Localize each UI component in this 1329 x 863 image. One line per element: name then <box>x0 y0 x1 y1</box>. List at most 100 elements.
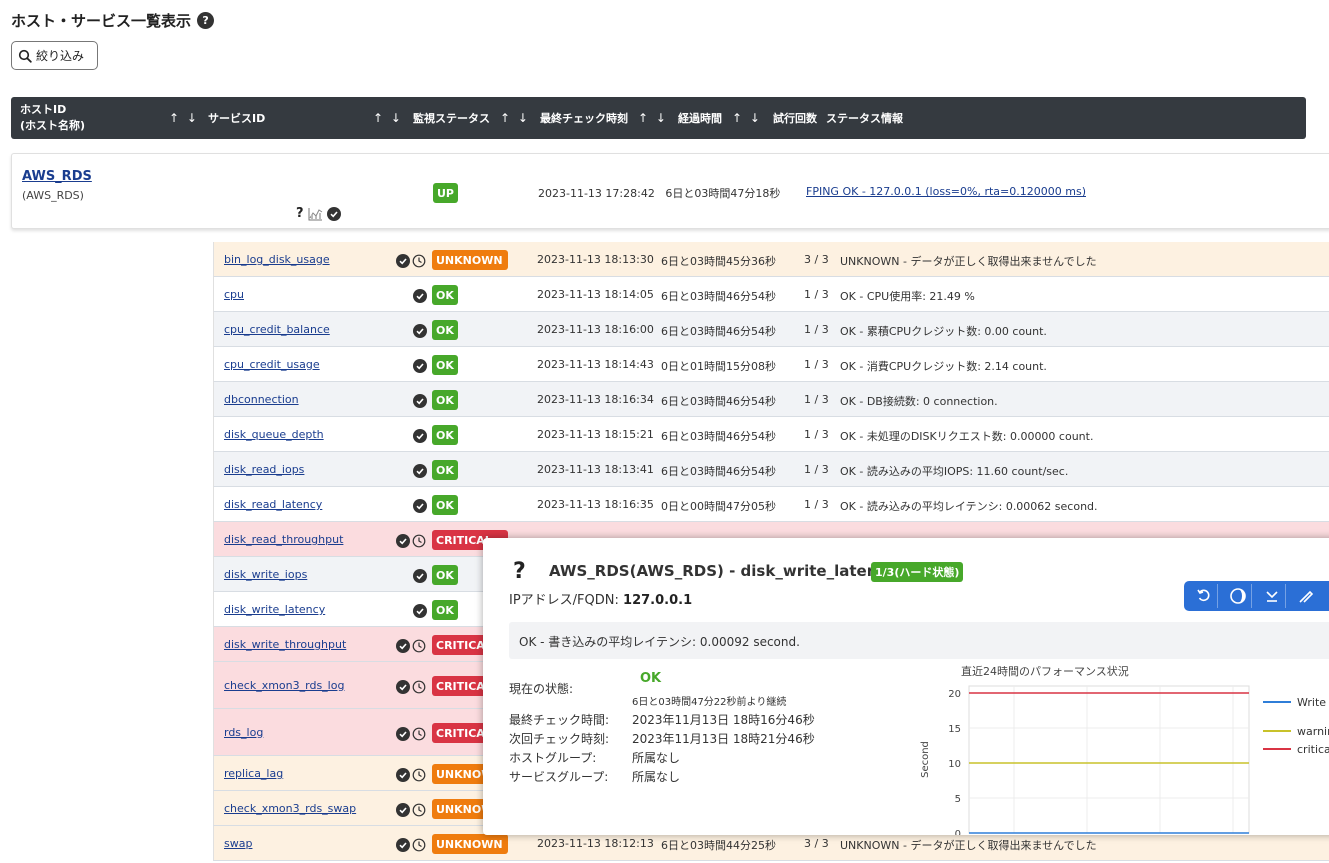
col-host-id[interactable]: ホストID <box>20 102 66 118</box>
service-link[interactable]: disk_write_latency <box>224 603 325 616</box>
clock-icon[interactable] <box>412 727 426 741</box>
host-last-check-value: 2023-11-13 17:28:42 <box>538 187 655 200</box>
service-link[interactable]: dbconnection <box>224 393 299 406</box>
help-icon[interactable]: ? <box>197 12 215 29</box>
chevron-down-icon[interactable] <box>1258 584 1286 608</box>
col-monitor-status[interactable]: 監視ステータス <box>413 97 490 139</box>
service-link[interactable]: disk_write_iops <box>224 568 307 581</box>
service-link[interactable]: disk_read_iops <box>224 463 304 476</box>
service-attempts: 1 / 3 <box>804 358 829 371</box>
service-attempts: 3 / 3 <box>804 253 829 266</box>
sort-status-arrows[interactable]: ↑ ↓ <box>500 97 530 139</box>
host-status-info[interactable]: FPING OK - 127.0.0.1 (loss=0%, rta=0.120… <box>806 185 1086 198</box>
y-tick-label: 10 <box>948 759 961 770</box>
check-circle-icon[interactable] <box>413 464 427 478</box>
clock-icon[interactable] <box>412 768 426 782</box>
check-circle-icon[interactable] <box>396 639 410 653</box>
service-icons <box>413 569 427 583</box>
sort-elapsed-arrows[interactable]: ↑ ↓ <box>732 97 762 139</box>
service-attempts: 3 / 3 <box>804 837 829 850</box>
service-icons <box>413 289 427 303</box>
service-last-check: 2023-11-13 18:14:43 <box>537 358 654 371</box>
service-link[interactable]: rds_log <box>224 726 263 739</box>
check-circle-icon[interactable] <box>413 604 427 618</box>
table-row: disk_queue_depth OK 2023-11-13 18:15:21 6日と… <box>213 417 1329 452</box>
check-circle-icon[interactable] <box>396 803 410 817</box>
check-circle-icon[interactable] <box>396 680 410 694</box>
table-row: disk_read_iops OK 2023-11-13 18:13:41 6日と03… <box>213 452 1329 487</box>
clock-icon[interactable] <box>412 803 426 817</box>
host-name: (AWS_RDS) <box>22 189 84 202</box>
service-link[interactable]: disk_read_throughput <box>224 533 343 546</box>
clock-icon[interactable] <box>412 838 426 852</box>
last-check-label: 最終チェック時間: <box>509 713 610 727</box>
undo-icon[interactable] <box>1190 584 1218 608</box>
clock-icon[interactable] <box>412 534 426 548</box>
filter-button[interactable]: 絞り込み <box>11 41 98 70</box>
page-title-text: ホスト・サービス一覧表示 <box>11 12 192 30</box>
service-link[interactable]: cpu <box>224 288 244 301</box>
question-icon[interactable]: ? <box>296 206 304 221</box>
check-circle-icon[interactable] <box>396 768 410 782</box>
check-circle-icon[interactable] <box>396 254 410 268</box>
check-circle-icon[interactable] <box>396 727 410 741</box>
service-link[interactable]: swap <box>224 837 252 850</box>
host-link[interactable]: AWS_RDS <box>22 169 92 184</box>
sort-host-arrows[interactable]: ↑ ↓ <box>169 97 199 139</box>
service-attempts: 1 / 3 <box>804 393 829 406</box>
service-icons <box>413 499 427 513</box>
sort-service-arrows[interactable]: ↑ ↓ <box>373 97 403 139</box>
service-elapsed: 6日と03時間45分36秒 <box>661 255 776 268</box>
check-circle-icon[interactable] <box>413 569 427 583</box>
service-status-badge: OK <box>432 285 458 305</box>
filter-label: 絞り込み <box>36 49 85 63</box>
service-status-badge: OK <box>432 390 458 410</box>
col-service-id[interactable]: サービスID <box>208 97 265 139</box>
service-link[interactable]: cpu_credit_balance <box>224 323 330 336</box>
check-circle-icon[interactable] <box>396 534 410 548</box>
service-link[interactable]: bin_log_disk_usage <box>224 253 330 266</box>
service-icons <box>396 680 426 694</box>
check-circle-icon[interactable] <box>413 499 427 513</box>
table-row: disk_read_latency OK 2023-11-13 18:16:35 0日… <box>213 487 1329 522</box>
sort-lastcheck-arrows[interactable]: ↑ ↓ <box>638 97 668 139</box>
check-circle-icon[interactable] <box>413 394 427 408</box>
service-elapsed: 6日と03時間46分54秒 <box>661 465 776 478</box>
service-link[interactable]: disk_write_throughput <box>224 638 346 651</box>
service-attempts: 1 / 3 <box>804 288 829 301</box>
moon-icon[interactable] <box>1224 584 1252 608</box>
service-icons <box>396 803 426 817</box>
clock-icon[interactable] <box>412 680 426 694</box>
legend-label-1: warnin <box>1297 725 1329 738</box>
service-link[interactable]: disk_read_latency <box>224 498 322 511</box>
service-link[interactable]: check_xmon3_rds_swap <box>224 802 356 815</box>
service-elapsed: 6日と03時間46分54秒 <box>661 395 776 408</box>
service-link[interactable]: disk_queue_depth <box>224 428 324 441</box>
table-row: cpu OK 2023-11-13 18:14:05 6日と03時間46分54秒 1 /… <box>213 277 1329 312</box>
check-circle-icon[interactable] <box>413 359 427 373</box>
host-last-check: 2023-11-13 17:28:42 6日と03時間47分18秒 <box>538 185 780 201</box>
check-circle-icon[interactable] <box>326 206 341 221</box>
col-last-check[interactable]: 最終チェック時刻 <box>540 97 628 139</box>
service-link[interactable]: check_xmon3_rds_log <box>224 679 344 692</box>
clock-icon[interactable] <box>412 639 426 653</box>
service-link[interactable]: cpu_credit_usage <box>224 358 320 371</box>
service-elapsed: 6日と03時間46分54秒 <box>661 430 776 443</box>
pen-icon[interactable] <box>1292 584 1320 608</box>
clock-icon[interactable] <box>412 254 426 268</box>
current-state-value: OK <box>640 671 662 686</box>
check-circle-icon[interactable] <box>413 289 427 303</box>
table-row: bin_log_disk_usage UNKNOWN 2023-11-13 18:1… <box>213 242 1329 277</box>
service-link[interactable]: replica_lag <box>224 767 283 780</box>
popup-ip-value: 127.0.0.1 <box>623 593 693 608</box>
check-circle-icon[interactable] <box>396 838 410 852</box>
search-icon <box>18 49 32 63</box>
col-elapsed[interactable]: 経過時間 <box>678 97 722 139</box>
service-icons <box>413 359 427 373</box>
service-last-check: 2023-11-13 18:12:13 <box>537 837 654 850</box>
check-circle-icon[interactable] <box>413 429 427 443</box>
host-elapsed: 6日と03時間47分18秒 <box>665 187 781 200</box>
service-icons <box>396 254 426 268</box>
graph-icon[interactable] <box>308 207 323 221</box>
check-circle-icon[interactable] <box>413 324 427 338</box>
